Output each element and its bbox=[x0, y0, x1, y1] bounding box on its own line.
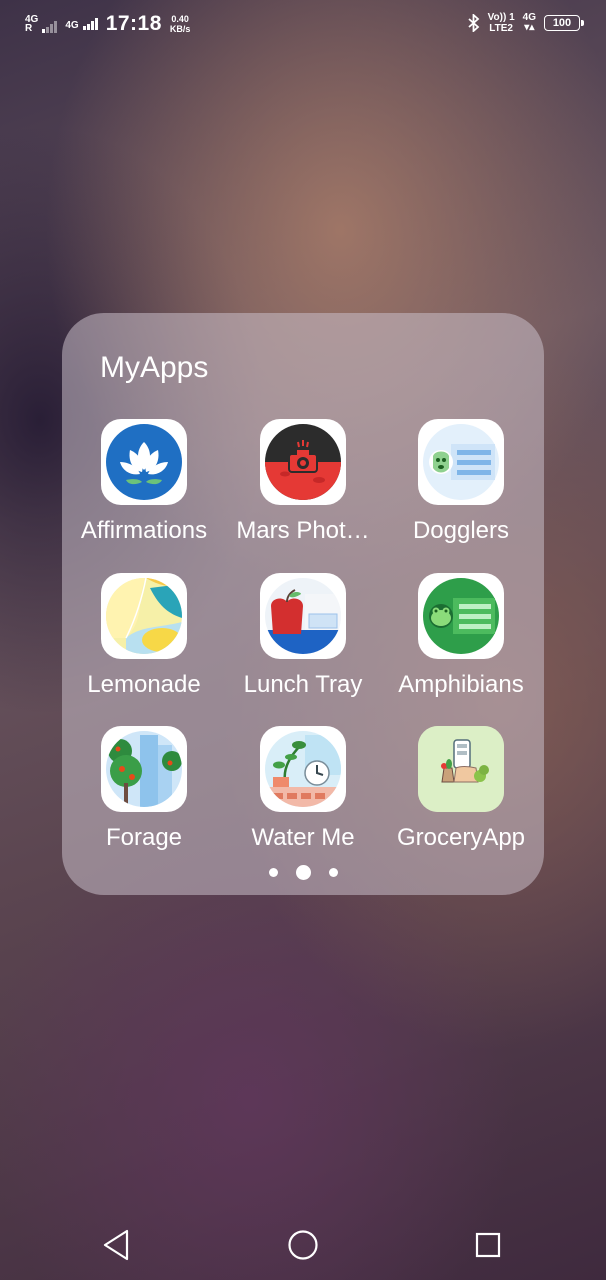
page-dot[interactable] bbox=[328, 868, 338, 877]
data-indicator: 4G ▾▴ bbox=[522, 12, 536, 33]
app-forage[interactable]: Forage bbox=[65, 726, 223, 852]
page-indicator bbox=[62, 865, 544, 880]
app-label: Forage bbox=[105, 824, 183, 851]
page-dot-active[interactable] bbox=[295, 865, 311, 880]
app-amphibians[interactable]: Amphibians bbox=[382, 573, 540, 699]
navigation-bar bbox=[0, 1205, 606, 1280]
back-button[interactable] bbox=[96, 1225, 136, 1265]
app-groceryapp[interactable]: GroceryApp bbox=[382, 726, 540, 852]
signal-bars-icon bbox=[82, 18, 98, 30]
folder-title[interactable]: MyApps bbox=[100, 351, 208, 385]
dog-list-icon bbox=[423, 424, 499, 500]
bluetooth-icon bbox=[468, 14, 479, 32]
app-water-me[interactable]: Water Me bbox=[224, 726, 382, 852]
plant-clock-icon bbox=[265, 731, 341, 807]
status-bar: 4G R 4G 17:18 0.40 KB/s Vo)) 1 LTE2 4G ▾▴ … bbox=[0, 0, 606, 44]
page-dot[interactable] bbox=[268, 868, 278, 877]
clock: 17:18 bbox=[105, 12, 162, 35]
sim2-signal: 4G bbox=[65, 18, 98, 31]
app-label: GroceryApp bbox=[396, 824, 526, 851]
recents-button[interactable] bbox=[468, 1225, 508, 1265]
app-label: Affirmations bbox=[80, 517, 208, 544]
lotus-icon bbox=[106, 424, 182, 500]
apple-tray-icon bbox=[265, 578, 341, 654]
signal-bars-icon bbox=[42, 21, 58, 33]
app-dogglers[interactable]: Dogglers bbox=[382, 419, 540, 545]
app-label: Lemonade bbox=[87, 671, 201, 698]
forest-icon bbox=[106, 731, 182, 807]
back-icon bbox=[103, 1229, 129, 1261]
volte-indicator: Vo)) 1 LTE2 bbox=[487, 12, 515, 34]
app-lunch-tray[interactable]: Lunch Tray bbox=[224, 573, 382, 699]
app-mars-photos[interactable]: Mars Phot… bbox=[224, 419, 382, 545]
home-icon bbox=[288, 1230, 318, 1260]
mars-camera-icon bbox=[265, 424, 341, 500]
app-label: Mars Phot… bbox=[236, 517, 370, 544]
grocery-icon bbox=[418, 726, 504, 812]
app-label: Amphibians bbox=[398, 671, 524, 698]
sim1-signal: 4G R bbox=[25, 15, 58, 34]
app-lemonade[interactable]: Lemonade bbox=[65, 573, 223, 699]
app-label: Water Me bbox=[251, 824, 355, 851]
battery-icon: 100 bbox=[544, 15, 584, 31]
app-folder: MyApps Affirmations Mars Phot… Dogglers … bbox=[62, 313, 544, 895]
app-label: Lunch Tray bbox=[243, 671, 363, 698]
app-label: Dogglers bbox=[412, 517, 510, 544]
network-speed: 0.40 KB/s bbox=[169, 14, 191, 34]
home-button[interactable] bbox=[283, 1225, 323, 1265]
app-affirmations[interactable]: Affirmations bbox=[65, 419, 223, 545]
frog-list-icon bbox=[423, 578, 499, 654]
recents-icon bbox=[475, 1232, 501, 1258]
lemon-icon bbox=[106, 578, 182, 654]
